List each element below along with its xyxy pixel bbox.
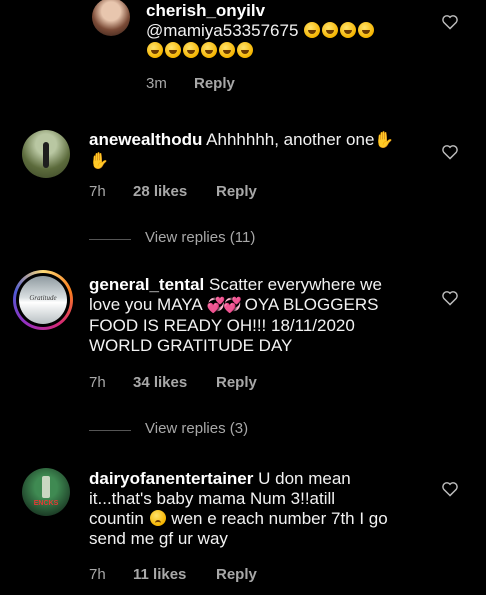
reply-button[interactable]: Reply — [216, 374, 257, 391]
likes-count[interactable]: 34 likes — [133, 374, 187, 391]
avatar[interactable] — [22, 130, 70, 178]
timestamp: 7h — [89, 374, 106, 391]
comment-text-line-2: love you MAYA — [89, 295, 202, 314]
timestamp: 3m — [146, 75, 167, 92]
view-replies-label[interactable]: View replies (3) — [145, 420, 248, 437]
comment-text-line-4: WORLD GRATITUDE DAY — [89, 336, 293, 355]
reply-button[interactable]: Reply — [216, 566, 257, 583]
waving-hand-emoji: ✋ — [89, 153, 109, 170]
username[interactable]: dairyofanentertainer — [89, 469, 253, 488]
heart-outline-icon[interactable] — [441, 14, 459, 30]
waving-hand-emoji: ✋ — [374, 132, 395, 149]
username[interactable]: cherish_onyilv — [146, 1, 265, 20]
comment-text-line-3b: wen e reach number 7th I go — [171, 509, 388, 528]
divider — [89, 239, 131, 240]
crying-emoji — [149, 510, 166, 526]
username[interactable]: anewealthodu — [89, 130, 202, 149]
avatar[interactable] — [92, 0, 130, 36]
avatar[interactable]: Gratitude — [19, 276, 67, 324]
heart-outline-icon[interactable] — [441, 290, 459, 306]
comment-text-line-4: send me gf ur way — [89, 529, 228, 548]
mention-link[interactable]: @mamiya53357675 — [146, 21, 298, 40]
comment-text-line-2: it...that's baby mama Num 3!!atill — [89, 489, 336, 508]
comment-text-line-2b: OYA BLOGGERS — [244, 295, 379, 314]
comment-text-line-1: Scatter everywhere we — [209, 275, 382, 294]
timestamp: 7h — [89, 566, 106, 583]
comment-text-line-1: U don mean — [258, 469, 351, 488]
comment-text: Ahhhhhh, another one — [206, 130, 375, 149]
username[interactable]: general_tental — [89, 275, 204, 294]
avatar[interactable]: ENCKS — [22, 468, 70, 516]
likes-count[interactable]: 28 likes — [133, 183, 187, 200]
laugh-emoji-row-2 — [146, 41, 254, 60]
comment-text-line-3: FOOD IS READY OH!!! 18/11/2020 — [89, 316, 355, 335]
avatar-caption: Gratitude — [29, 294, 57, 302]
avatar-logo-text: ENCKS — [33, 500, 59, 507]
heart-outline-icon[interactable] — [441, 144, 459, 160]
two-hearts-emoji: 💞💞 — [206, 297, 242, 314]
laugh-emoji-row-1 — [303, 21, 375, 40]
view-replies-label[interactable]: View replies (11) — [145, 229, 255, 246]
likes-count[interactable]: 11 likes — [133, 566, 186, 583]
comment-text-line-3: countin — [89, 509, 144, 528]
heart-outline-icon[interactable] — [441, 481, 459, 497]
timestamp: 7h — [89, 183, 106, 200]
story-ring[interactable]: Gratitude — [13, 270, 73, 330]
divider — [89, 430, 131, 431]
reply-button[interactable]: Reply — [194, 75, 235, 92]
reply-button[interactable]: Reply — [216, 183, 257, 200]
